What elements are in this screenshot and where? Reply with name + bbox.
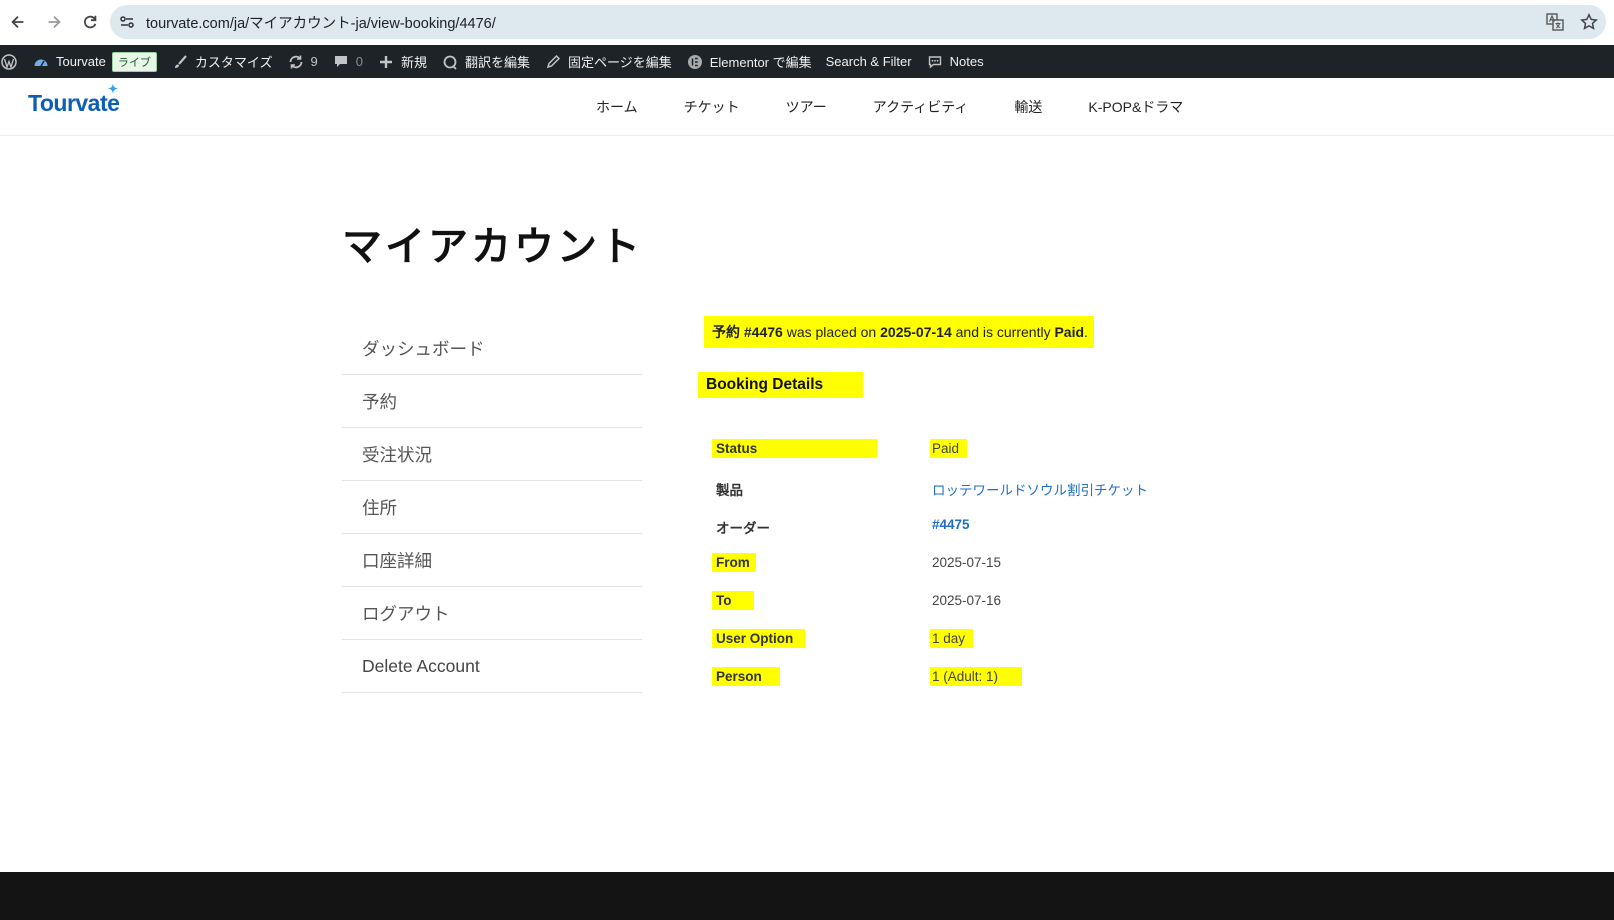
account-nav-orders[interactable]: 受注状況 <box>342 428 642 481</box>
booking-status: Paid <box>1054 324 1085 340</box>
reload-icon[interactable] <box>72 0 108 44</box>
detail-row-from: From 2025-07-15 <box>704 553 1464 575</box>
back-arrow-icon[interactable] <box>0 0 36 44</box>
site-footer <box>0 872 1614 920</box>
admin-new[interactable]: 新規 <box>370 45 434 78</box>
nav-kpop-drama[interactable]: K-POP&ドラマ <box>1088 97 1183 117</box>
comments-count: 0 <box>355 54 363 69</box>
admin-customize[interactable]: カスタマイズ <box>164 45 280 78</box>
detail-row-product: 製品 ロッテワールドソウル割引チケット <box>716 483 1148 498</box>
detail-row-to: To 2025-07-16 <box>704 591 1464 613</box>
account-navigation: ダッシュボード 予約 受注状況 住所 口座詳細 ログアウト Delete Acc… <box>342 322 642 693</box>
updates-icon <box>287 53 305 71</box>
translation-icon <box>441 53 459 71</box>
plus-icon <box>377 53 395 71</box>
elementor-icon <box>686 53 704 71</box>
translate-icon[interactable] <box>1544 11 1566 33</box>
account-nav-addresses[interactable]: 住所 <box>342 481 642 534</box>
order-link[interactable]: #4475 <box>932 517 970 532</box>
admin-updates[interactable]: 9 <box>280 45 325 78</box>
dashboard-gauge-icon <box>32 53 50 71</box>
nav-transport[interactable]: 輸送 <box>1014 97 1042 117</box>
wordpress-logo-icon[interactable] <box>0 45 25 78</box>
admin-comments[interactable]: 0 <box>325 45 370 78</box>
main-navigation: ホーム チケット ツアー アクティビティ 輸送 K-POP&ドラマ <box>596 78 1229 136</box>
detail-row-order: オーダー #4475 <box>716 517 970 536</box>
nav-tours[interactable]: ツアー <box>786 97 827 117</box>
site-info-icon[interactable] <box>110 5 144 39</box>
admin-site-name: Tourvate <box>56 54 106 69</box>
account-nav-delete-account[interactable]: Delete Account <box>342 640 642 693</box>
booking-id: #4476 <box>743 324 783 340</box>
pencil-icon <box>544 53 562 71</box>
detail-row-person: Person 1 (Adult: 1) <box>704 667 1464 689</box>
url-text[interactable]: tourvate.com/ja/マイアカウント-ja/view-booking/… <box>146 12 496 33</box>
bookmark-star-icon[interactable] <box>1578 11 1600 33</box>
booking-details-heading: Booking Details <box>698 372 864 398</box>
site-header: Tourvate ✦ ホーム チケット ツアー アクティビティ 輸送 K-POP&… <box>0 78 1614 136</box>
product-link[interactable]: ロッテワールドソウル割引チケット <box>932 483 1148 498</box>
booking-date: 2025-07-14 <box>880 324 952 340</box>
site-logo[interactable]: Tourvate ✦ <box>28 82 120 117</box>
nav-tickets[interactable]: チケット <box>684 97 740 117</box>
address-bar[interactable]: tourvate.com/ja/マイアカウント-ja/view-booking/… <box>110 5 1606 39</box>
detail-row-status: Status Paid <box>704 439 1464 461</box>
account-nav-dashboard[interactable]: ダッシュボード <box>342 322 642 375</box>
paintbrush-icon <box>171 53 189 71</box>
nav-home[interactable]: ホーム <box>596 97 638 117</box>
booking-status-notice: 予約 #4476 was placed on 2025-07-14 and is… <box>704 316 1094 348</box>
wp-admin-bar: Tourvate ライブ カスタマイズ 9 0 新規 翻訳を編集 固定ページを編… <box>0 45 1614 78</box>
account-nav-account-details[interactable]: 口座詳細 <box>342 534 642 587</box>
admin-search-filter[interactable]: Search & Filter <box>819 45 919 78</box>
admin-edit-page[interactable]: 固定ページを編集 <box>537 45 679 78</box>
updates-count: 9 <box>310 54 318 69</box>
account-nav-logout[interactable]: ログアウト <box>342 587 642 640</box>
chat-bubble-icon <box>926 53 944 71</box>
admin-elementor-edit[interactable]: Elementor で編集 <box>679 45 819 78</box>
forward-arrow-icon[interactable] <box>36 0 72 44</box>
logo-spark-icon: ✦ <box>107 82 118 96</box>
live-badge: ライブ <box>111 51 157 72</box>
admin-notes[interactable]: Notes <box>919 45 991 78</box>
account-nav-bookings[interactable]: 予約 <box>342 375 642 428</box>
admin-site-menu[interactable]: Tourvate ライブ <box>25 45 164 78</box>
detail-row-user-option: User Option 1 day <box>704 629 1464 651</box>
browser-toolbar: tourvate.com/ja/マイアカウント-ja/view-booking/… <box>0 0 1614 44</box>
admin-edit-translation[interactable]: 翻訳を編集 <box>434 45 537 78</box>
nav-activities[interactable]: アクティビティ <box>873 97 969 117</box>
page-title: マイアカウント <box>342 225 643 269</box>
comment-bubble-icon <box>332 53 350 71</box>
